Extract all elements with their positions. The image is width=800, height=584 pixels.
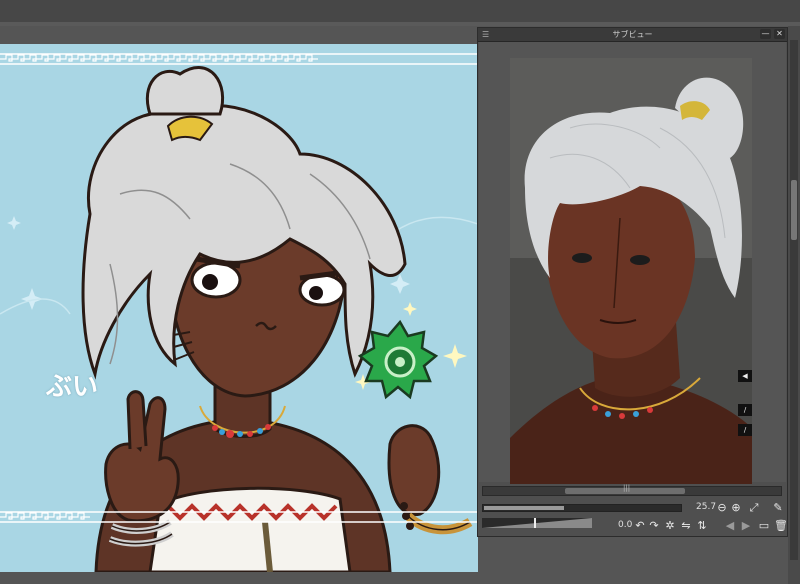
rotate-left-icon[interactable]: ↶ (634, 520, 646, 532)
next-image-icon[interactable]: ▶ (740, 520, 752, 532)
eyedropper-icon[interactable]: ✎ (772, 502, 784, 514)
rotate-right-icon[interactable]: ↷ (648, 520, 660, 532)
subview-canvas[interactable]: ◀ / / (479, 42, 786, 484)
open-folder-icon[interactable]: ▭ (758, 520, 770, 532)
art-caption-text: ぶい (46, 372, 99, 402)
zoom-slider[interactable] (482, 504, 682, 512)
character-illustration (81, 66, 473, 572)
greek-key-border-bottom (0, 511, 478, 523)
zoom-in-icon[interactable]: ⊕ (730, 502, 742, 514)
canvas-scroll-thumb[interactable] (791, 180, 797, 240)
subview-titlebar[interactable]: ☰ サブビュー — ✕ (478, 28, 787, 42)
rotation-slider[interactable] (482, 518, 592, 528)
subview-horizontal-scrollbar[interactable]: ||| (482, 484, 782, 496)
reference-photo[interactable]: ◀ / / (510, 58, 752, 484)
hud-indicator-mid: / (738, 404, 752, 416)
close-button[interactable]: ✕ (774, 29, 785, 39)
flip-vertical-icon[interactable]: ⇅ (696, 520, 708, 532)
top-menu-bar (0, 0, 800, 23)
scroll-grip: ||| (623, 484, 631, 492)
subview-title: サブビュー (612, 30, 653, 39)
trash-icon[interactable]: 🗑 (774, 520, 788, 532)
subview-panel[interactable]: ☰ サブビュー — ✕ ◀ / / ||| 25.7 ⊖ ⊕ ⤢ ✎ 0.0 ↶… (477, 27, 788, 537)
zoom-value: 25.7 (696, 502, 717, 512)
minimize-button[interactable]: — (760, 29, 771, 39)
illustration-canvas[interactable]: ぶい (0, 44, 478, 572)
fit-window-icon[interactable]: ⤢ (748, 502, 760, 514)
reset-rotation-icon[interactable]: ✲ (664, 520, 676, 532)
hud-arrow-indicator: ◀ (738, 370, 752, 382)
flip-horizontal-icon[interactable]: ⇋ (680, 520, 692, 532)
zoom-out-icon[interactable]: ⊖ (716, 502, 728, 514)
reference-photo-image (510, 58, 752, 484)
hud-indicator-bottom: / (738, 424, 752, 436)
canvas-vertical-scrollbar[interactable] (790, 40, 798, 560)
prev-image-icon[interactable]: ◀ (724, 520, 736, 532)
rotation-value: 0.0 (618, 520, 633, 530)
zoom-slider-fill (484, 506, 564, 510)
